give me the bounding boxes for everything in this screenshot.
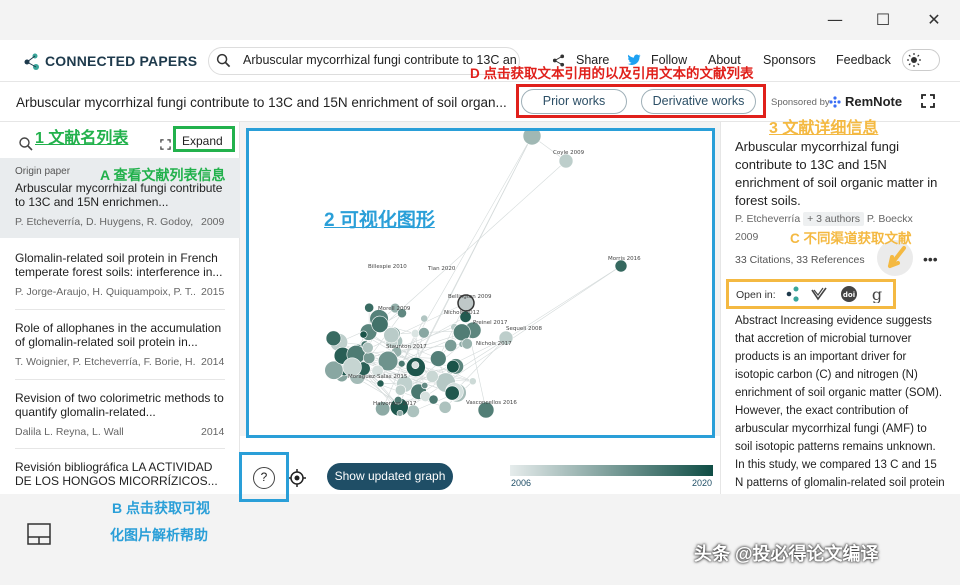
selected-paper-title: Arbuscular mycorrhizal fungi contribute … (16, 95, 507, 110)
locate-icon[interactable] (287, 468, 307, 488)
year-scale-end: 2020 (692, 478, 713, 488)
theme-toggle[interactable] (902, 49, 940, 71)
list-item[interactable]: Glomalin-related soil protein in French … (0, 238, 240, 306)
annotation-c: C 不同渠道获取文献 (790, 231, 912, 246)
origin-paper-label: Origin paper (15, 166, 71, 177)
annotation-b-line1: B 点击获取可视 (112, 500, 210, 516)
sponsor-name[interactable]: RemNote (845, 94, 902, 109)
close-button[interactable]: ✕ (922, 8, 946, 32)
detail-authors: P. Etcheverría + 3 authors P. Boeckx (735, 212, 913, 226)
fullscreen-icon[interactable] (920, 93, 936, 109)
list-item-authors: P. Jorge-Araujo, H. Quiquampoix, P. T...… (15, 286, 195, 298)
more-authors-chip[interactable]: + 3 authors (803, 212, 864, 226)
year-color-scale (510, 465, 713, 476)
feedback-link[interactable]: Feedback (836, 53, 891, 67)
search-list-icon[interactable] (18, 136, 34, 152)
sponsors-link[interactable]: Sponsors (763, 53, 816, 67)
layout-icon[interactable] (27, 523, 51, 545)
annotation-2: 2 可视化图形 (324, 210, 435, 231)
sun-icon (907, 53, 921, 67)
detail-author-first[interactable]: P. Etcheverría (735, 213, 800, 225)
annotation-b-line2: 化图片解析帮助 (110, 527, 208, 543)
list-item-year: 2015 (201, 286, 225, 298)
list-item[interactable]: Role of allophanes in the accumulation o… (0, 310, 240, 378)
annotation-box-1 (173, 126, 235, 152)
year-scale-start: 2006 (511, 478, 532, 488)
list-item-title: Revisión bibliográfica LA ACTIVIDAD DE L… (15, 460, 218, 488)
annotation-box-2 (246, 128, 715, 438)
list-item-title: Glomalin-related soil protein in French … (15, 251, 223, 279)
detail-counts: 33 Citations, 33 References (735, 254, 865, 266)
detail-year: 2009 (735, 231, 759, 243)
show-updated-graph-button[interactable]: Show updated graph (327, 463, 453, 490)
detail-author-last[interactable]: P. Boeckx (867, 213, 913, 225)
list-item-title: Role of allophanes in the accumulation o… (15, 321, 222, 349)
maximize-button[interactable]: ☐ (871, 8, 895, 32)
annotation-d: D 点击获取文本引用的以及引用文本的文献列表 (470, 66, 754, 81)
list-item[interactable]: Revision of two colorimetric methods to … (0, 380, 240, 448)
detail-abstract: Abstract Increasing evidence suggests th… (735, 315, 945, 507)
annotation-3: 3 文献详细信息 (769, 120, 879, 137)
list-item-authors: T. Woignier, P. Etcheverría, F. Borie, H… (15, 356, 195, 368)
detail-title: Arbuscular mycorrhizal fungi contribute … (735, 139, 938, 208)
annotation-box-d (516, 84, 766, 118)
sponsored-label: Sponsored by (771, 97, 830, 108)
remnote-logo-icon (829, 96, 841, 108)
brand-name: CONNECTED PAPERS (45, 53, 198, 69)
list-item-authors: P. Etcheverría, D. Huygens, R. Godoy, F.… (15, 216, 195, 228)
minimize-button[interactable]: — (823, 8, 847, 32)
annotation-box-c (726, 279, 896, 309)
watermark: 头条 @投必得论文编译 (694, 544, 879, 564)
more-options-icon[interactable]: ••• (923, 251, 938, 267)
annotation-1: 1 文献名列表 (35, 130, 129, 147)
search-icon (216, 53, 231, 68)
annotation-a: A 查看文献列表信息 (100, 167, 226, 183)
list-item[interactable]: Revisión bibliográfica LA ACTIVIDAD DE L… (0, 449, 240, 494)
window-titlebar (0, 0, 960, 40)
list-item-title: Arbuscular mycorrhizal fungi contribute … (15, 181, 223, 209)
expand-icon (160, 139, 171, 150)
annotation-box-b (239, 452, 289, 502)
list-item-year: 2014 (201, 426, 225, 438)
list-item-year: 2009 (201, 216, 225, 228)
connected-papers-logo-icon (24, 53, 39, 70)
list-item-title: Revision of two colorimetric methods to … (15, 391, 224, 419)
list-item-year: 2014 (201, 356, 225, 368)
list-item-authors: Dalila L. Reyna, L. Wall (15, 426, 124, 438)
